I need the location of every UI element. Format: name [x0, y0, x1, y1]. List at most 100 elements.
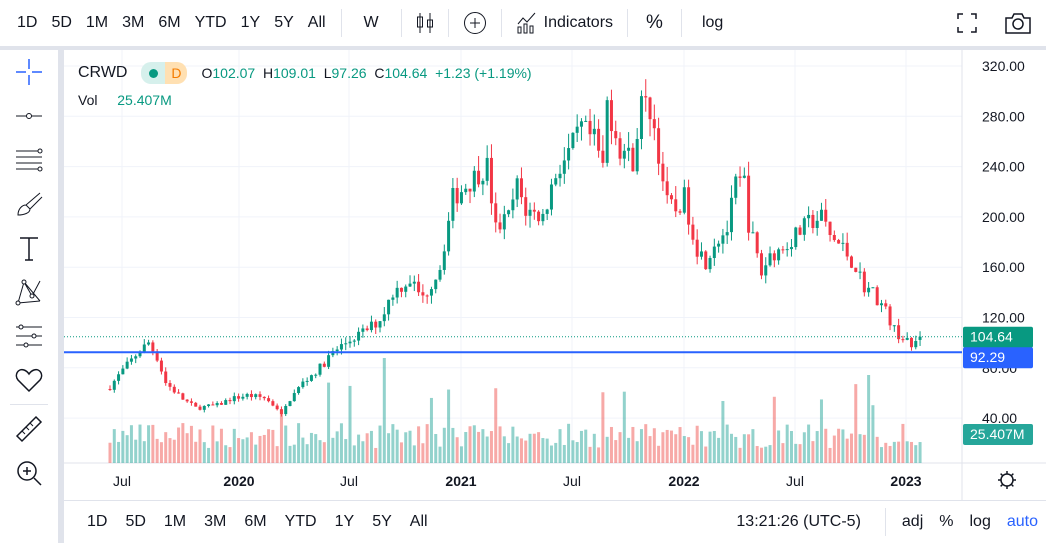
- bottom-range-3m[interactable]: 3M: [195, 506, 235, 538]
- range-1y[interactable]: 1Y: [234, 7, 268, 39]
- candle-body: [288, 401, 292, 406]
- pattern-tool[interactable]: [0, 270, 58, 314]
- log-button[interactable]: log: [690, 7, 735, 39]
- candle-body: [322, 363, 326, 367]
- compare-button[interactable]: [457, 7, 493, 39]
- range-1d[interactable]: 1D: [10, 7, 44, 39]
- candle-body: [237, 396, 241, 399]
- candle-body: [592, 128, 596, 135]
- volume-bar: [892, 441, 896, 463]
- volume-bar: [284, 425, 288, 463]
- change-value: +1.23 (+1.19%): [435, 65, 532, 81]
- candle-body: [108, 388, 112, 390]
- bottom-range-5d[interactable]: 5D: [116, 506, 154, 538]
- candle-body: [837, 240, 841, 244]
- candle-body: [129, 358, 133, 362]
- candle-body: [485, 157, 489, 181]
- range-all[interactable]: All: [301, 7, 333, 39]
- candle-body: [314, 374, 318, 376]
- range-3m[interactable]: 3M: [115, 7, 151, 39]
- percent-scale-button[interactable]: %: [931, 513, 961, 531]
- bottom-range-1m[interactable]: 1M: [155, 506, 195, 538]
- crosshair-icon: [16, 59, 42, 85]
- clock[interactable]: 13:21:26 (UTC-5): [736, 513, 861, 531]
- bottom-range-all[interactable]: All: [401, 506, 437, 538]
- market-status: D: [141, 62, 188, 84]
- measure-tool[interactable]: [0, 407, 58, 451]
- chart-type-button[interactable]: [410, 7, 440, 39]
- brush-tool[interactable]: [0, 182, 58, 226]
- fullscreen-button[interactable]: [950, 7, 984, 39]
- volume-bar: [155, 438, 159, 463]
- bottom-range-1d[interactable]: 1D: [78, 506, 116, 538]
- volume-bar: [258, 435, 262, 463]
- range-1m[interactable]: 1M: [79, 7, 115, 39]
- symbol-name[interactable]: CRWD: [78, 64, 127, 82]
- text-tool[interactable]: [0, 226, 58, 270]
- percent-button[interactable]: %: [636, 7, 673, 39]
- chart-pane[interactable]: 320.00280.00240.00200.00160.00120.0080.0…: [64, 50, 1046, 543]
- volume-bar: [867, 375, 871, 463]
- range-ytd[interactable]: YTD: [188, 7, 234, 39]
- volume-bar: [219, 428, 223, 463]
- volume-bar: [142, 441, 146, 463]
- candle-body: [742, 175, 746, 178]
- candle-body: [459, 192, 463, 204]
- zoom-tool[interactable]: [0, 451, 58, 495]
- bottom-range-6m[interactable]: 6M: [235, 506, 275, 538]
- volume-bar: [661, 432, 665, 463]
- volume-bar: [382, 358, 386, 463]
- crosshair-tool[interactable]: [0, 50, 58, 94]
- volume-bar: [447, 389, 451, 463]
- volume-bar: [781, 443, 785, 463]
- bottom-range-1y[interactable]: 1Y: [326, 506, 364, 538]
- volume-bar: [712, 430, 716, 463]
- volume-bar: [704, 446, 708, 463]
- settings-icon[interactable]: [1000, 473, 1014, 487]
- candle-body: [434, 279, 438, 290]
- prediction-tool[interactable]: [0, 314, 58, 358]
- volume-bar: [309, 432, 313, 463]
- fullscreen-icon: [957, 13, 977, 33]
- candle-body: [412, 281, 416, 284]
- volume-bar: [652, 428, 656, 463]
- favorites-tool[interactable]: [0, 358, 58, 402]
- candle-body: [725, 232, 729, 236]
- candle-body: [211, 404, 215, 406]
- fib-tool[interactable]: [0, 138, 58, 182]
- volume-bar: [545, 438, 549, 463]
- candle-body: [704, 251, 708, 270]
- candle-body: [125, 361, 129, 369]
- candle-body: [365, 328, 369, 331]
- trendline-tool[interactable]: [0, 94, 58, 138]
- indicators-button[interactable]: Indicators: [510, 7, 619, 39]
- bottom-range-ytd[interactable]: YTD: [276, 506, 326, 538]
- candle-body: [335, 349, 339, 352]
- auto-scale-button[interactable]: auto: [999, 513, 1046, 531]
- price-chart[interactable]: 320.00280.00240.00200.00160.00120.0080.0…: [64, 50, 1046, 500]
- candle-body: [189, 401, 193, 403]
- screenshot-button[interactable]: [998, 7, 1038, 39]
- time-label: 2023: [890, 473, 921, 489]
- volume-bar: [494, 388, 498, 463]
- range-6m[interactable]: 6M: [151, 7, 187, 39]
- candle-body: [185, 399, 189, 402]
- candle-body: [468, 188, 472, 192]
- bottom-range-5y[interactable]: 5Y: [363, 506, 401, 538]
- interval-button[interactable]: W: [350, 7, 393, 39]
- time-label: 2020: [223, 473, 254, 489]
- low-label: L: [323, 65, 332, 81]
- candle-body: [639, 96, 643, 139]
- volume-bar: [828, 447, 832, 463]
- candle-body: [811, 214, 815, 229]
- adj-button[interactable]: adj: [894, 513, 931, 531]
- range-5d[interactable]: 5D: [44, 7, 78, 39]
- volume-bar: [464, 432, 468, 463]
- candles-icon: [416, 13, 433, 33]
- candle-body: [194, 402, 198, 407]
- volume-bar: [275, 446, 279, 463]
- volume-bar: [909, 441, 913, 463]
- volume-bar: [292, 444, 296, 463]
- log-scale-button[interactable]: log: [962, 513, 999, 531]
- range-5y[interactable]: 5Y: [267, 7, 301, 39]
